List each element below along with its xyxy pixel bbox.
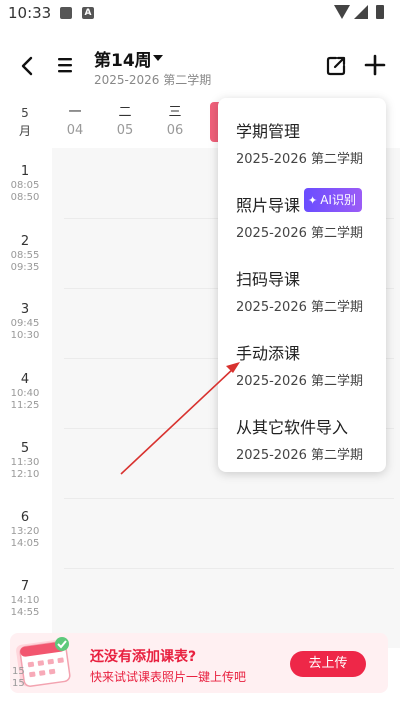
period-end: 11:25 <box>10 400 40 411</box>
banner-subtitle: 快来试试课表照片一键上传吧 <box>90 670 247 684</box>
grid-divider <box>64 498 394 499</box>
ai-badge-label: AI识别 <box>320 193 356 207</box>
period-slot: 7 14:10 14:55 <box>0 579 50 619</box>
period-end: 09:35 <box>10 262 40 273</box>
status-time: 10:33 <box>8 4 52 22</box>
banner-title: 还没有添加课表? <box>90 649 197 665</box>
battery-icon <box>376 5 384 19</box>
period-number: 5 <box>20 441 30 456</box>
menu-item-manual-add[interactable]: 手动添课 2025-2026 第二学期 <box>218 322 386 396</box>
period-number: 4 <box>20 372 30 387</box>
menu-item-subtitle: 2025-2026 第二学期 <box>236 448 363 463</box>
date-label: 06 <box>166 123 184 138</box>
ai-recognition-badge: ✦ AI识别 <box>304 188 362 212</box>
weekday-label: 一 <box>68 105 82 120</box>
menu-icon[interactable] <box>56 55 76 75</box>
chevron-down-icon[interactable] <box>153 55 163 61</box>
period-slot: 3 09:45 10:30 <box>0 302 50 342</box>
period-end: 14:05 <box>10 538 40 549</box>
period-number: 7 <box>20 579 30 594</box>
period-slot: 5 11:30 12:10 <box>0 441 50 481</box>
period-start: 08:55 <box>10 250 40 261</box>
weekday-label: 二 <box>118 105 132 120</box>
period-end: 14:55 <box>10 607 40 618</box>
partial-period-label: 15 15 <box>12 666 25 690</box>
period-end: 10:30 <box>10 330 40 341</box>
upload-button[interactable]: 去上传 <box>290 651 366 677</box>
menu-item-title: 从其它软件导入 <box>236 418 349 437</box>
menu-item-subtitle: 2025-2026 第二学期 <box>236 300 363 315</box>
period-number: 2 <box>20 234 30 249</box>
period-end: 12:10 <box>10 469 40 480</box>
period-start: 14:10 <box>10 595 40 606</box>
status-bar: 10:33 A <box>0 0 400 28</box>
menu-item-import-other-app[interactable]: 从其它软件导入 2025-2026 第二学期 <box>218 396 386 470</box>
period-start: 10:40 <box>10 388 40 399</box>
wifi-icon <box>334 5 350 19</box>
back-icon[interactable] <box>16 54 40 78</box>
term-subtitle: 2025-2026 第二学期 <box>94 73 212 87</box>
day-column-header: 二 05 <box>100 104 150 140</box>
week-title[interactable]: 第14周 <box>94 46 152 71</box>
menu-item-title: 手动添课 <box>236 344 301 363</box>
month-label: 5 月 <box>0 104 50 140</box>
sparkle-icon: ✦ <box>308 194 318 207</box>
period-slot: 6 13:20 14:05 <box>0 510 50 550</box>
period-start: 11:30 <box>10 457 40 468</box>
period-number: 1 <box>20 164 30 179</box>
menu-item-title: 扫码导课 <box>236 270 301 289</box>
day-column-header: 一 04 <box>50 104 100 140</box>
period-number: 6 <box>20 510 30 525</box>
top-bar: 第14周 2025-2026 第二学期 <box>0 40 400 96</box>
period-slot: 4 10:40 11:25 <box>0 372 50 412</box>
app-notification-icon: A <box>82 7 94 19</box>
share-icon[interactable] <box>324 54 348 78</box>
date-label: 04 <box>66 123 84 138</box>
menu-item-title: 照片导课 <box>236 196 301 215</box>
menu-item-subtitle: 2025-2026 第二学期 <box>236 152 363 167</box>
date-label: 05 <box>116 123 134 138</box>
period-start: 09:45 <box>10 318 40 329</box>
menu-item-photo-import[interactable]: 照片导课 ✦ AI识别 2025-2026 第二学期 <box>218 174 386 248</box>
period-start: 13:20 <box>10 526 40 537</box>
add-course-menu: 学期管理 2025-2026 第二学期 照片导课 ✦ AI识别 2025-2026… <box>218 98 386 472</box>
day-column-header: 三 06 <box>150 104 200 140</box>
menu-item-title: 学期管理 <box>236 122 301 141</box>
month-unit: 月 <box>18 124 31 138</box>
period-slot: 2 08:55 09:35 <box>0 234 50 274</box>
period-start: 08:05 <box>10 180 40 191</box>
menu-item-subtitle: 2025-2026 第二学期 <box>236 226 363 241</box>
menu-item-term-management[interactable]: 学期管理 2025-2026 第二学期 <box>218 100 386 174</box>
partial-period-number: 15 <box>12 666 25 677</box>
period-slot: 1 08:05 08:50 <box>0 164 50 204</box>
period-end: 08:50 <box>10 192 40 203</box>
period-number: 3 <box>20 302 30 317</box>
month-number: 5 <box>21 106 29 120</box>
partial-period-time: 15 <box>12 678 25 689</box>
signal-icon <box>354 5 368 19</box>
menu-item-subtitle: 2025-2026 第二学期 <box>236 374 363 389</box>
grid-divider <box>64 568 394 569</box>
weekday-label: 三 <box>168 105 182 120</box>
gallery-notification-icon <box>60 7 72 19</box>
add-icon[interactable] <box>362 52 388 78</box>
menu-item-scan-import[interactable]: 扫码导课 2025-2026 第二学期 <box>218 248 386 322</box>
